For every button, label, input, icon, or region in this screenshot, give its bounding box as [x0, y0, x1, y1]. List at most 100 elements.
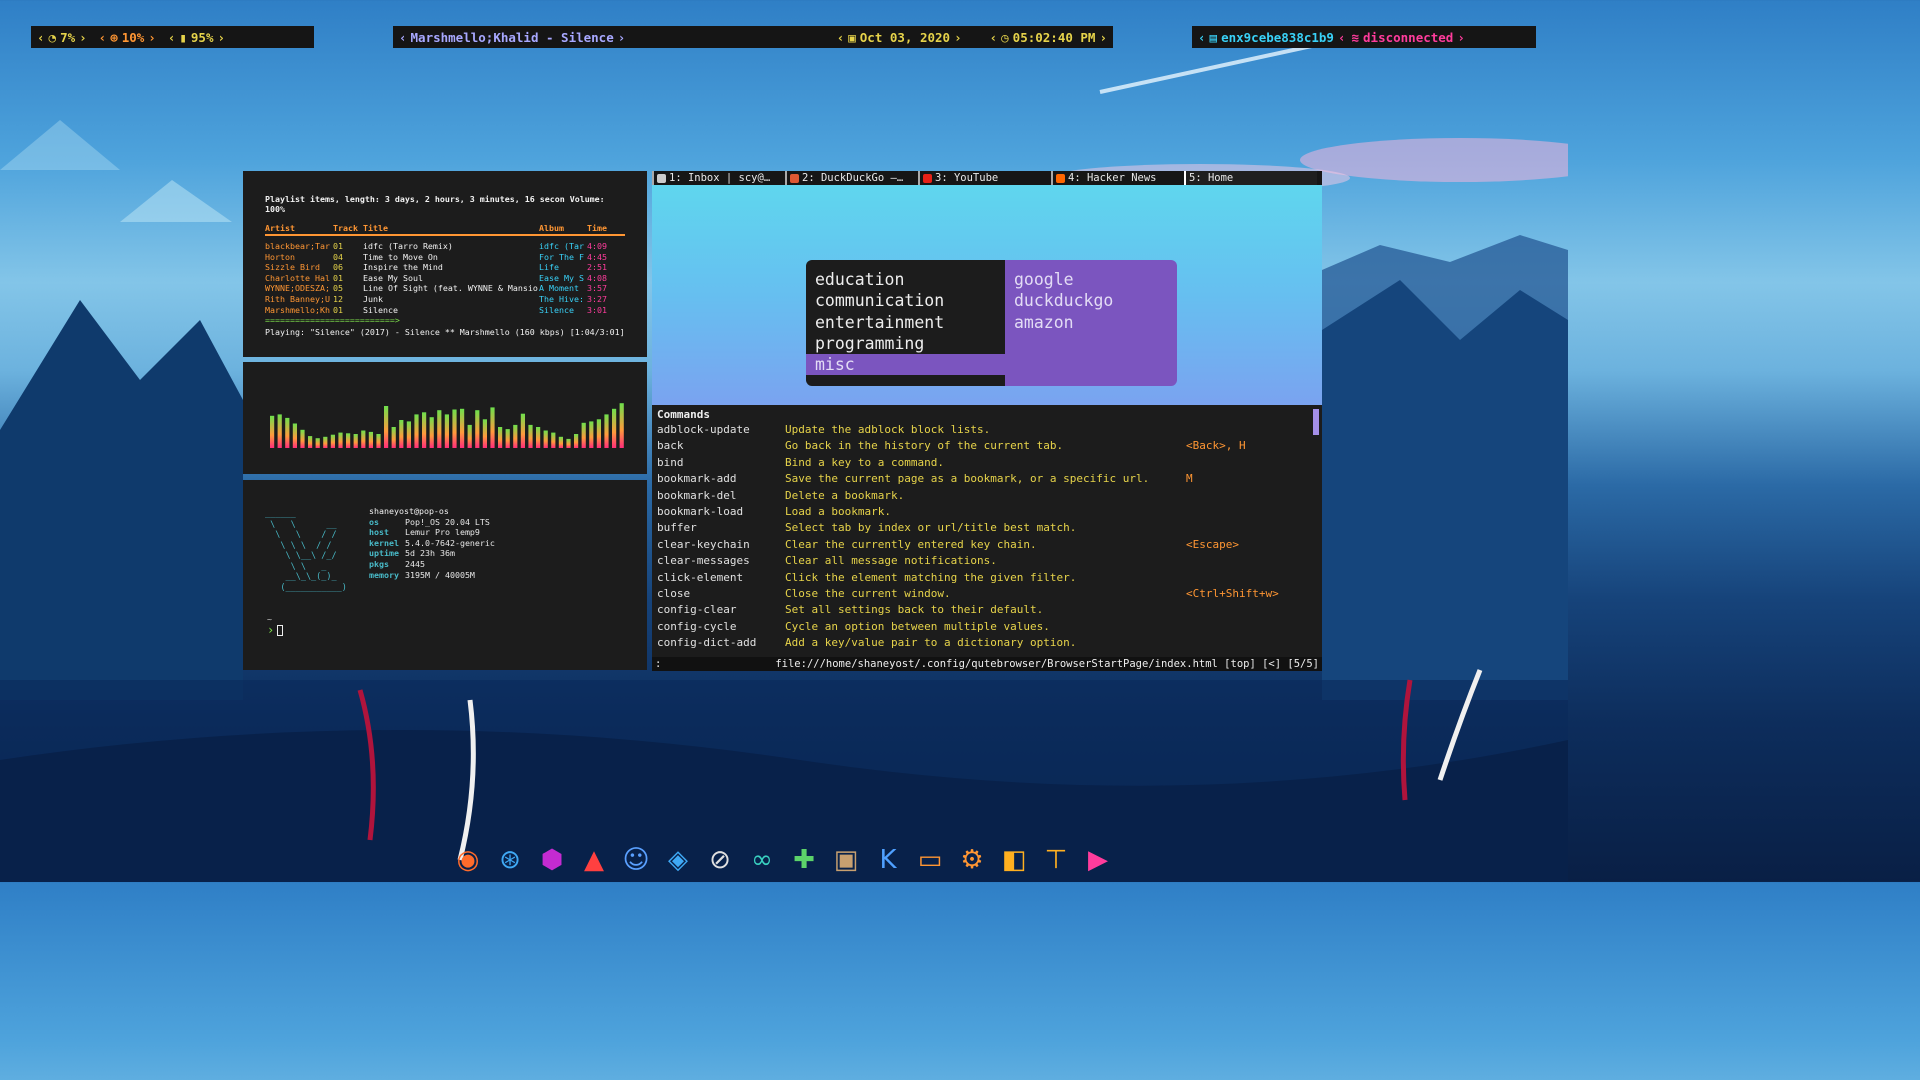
spectrum-bar	[444, 414, 449, 448]
spectrum-bar	[543, 430, 548, 448]
spectrum-bar	[589, 421, 594, 448]
spectrum-bar	[384, 406, 389, 448]
dock-item[interactable]: ▲	[576, 842, 612, 878]
dock-item[interactable]: ◧	[996, 842, 1032, 878]
track-row[interactable]: Sizzle Bird 06 Inspire the Mind Life 2:51	[265, 262, 625, 273]
dock-item[interactable]: ▶	[1080, 842, 1116, 878]
chevron-right-icon: ›	[79, 29, 87, 45]
network-module[interactable]: ‹ ▤ enx9cebe838c1b9 ‹	[1192, 30, 1351, 45]
interface-name: enx9cebe838c1b9	[1221, 29, 1334, 45]
dock-item[interactable]: ⊛	[492, 842, 528, 878]
tab-3[interactable]: 3: YouTube	[918, 171, 1051, 185]
command-row[interactable]: bookmark-add Save the current page as a b…	[652, 471, 1322, 487]
spectrum-bar	[429, 417, 434, 448]
command-row[interactable]: adblock-update Update the adblock block l…	[652, 422, 1322, 438]
wifi-icon: ≋	[1351, 29, 1360, 45]
command-row[interactable]: bookmark-load Load a bookmark.	[652, 504, 1322, 520]
track-row[interactable]: Rith Banney;U 12 Junk The Hive: 3:27	[265, 294, 625, 305]
track-title: Time to Move On	[363, 251, 438, 262]
command-row[interactable]: config-dict-add Add a key/value pair to a…	[652, 635, 1322, 651]
link-duckduckgo[interactable]: duckduckgo	[1014, 290, 1177, 311]
dock-item[interactable]: ∞	[744, 842, 780, 878]
info-value: 2445	[405, 558, 425, 569]
info-value: Pop!_OS 20.04 LTS	[405, 516, 490, 527]
dock-item[interactable]: ⊘	[702, 842, 738, 878]
command-row[interactable]: bookmark-del Delete a bookmark.	[652, 488, 1322, 504]
wifi-module[interactable]: ≋ disconnected ›	[1351, 30, 1470, 45]
cursor	[277, 624, 284, 636]
scrollbar[interactable]	[1313, 409, 1319, 435]
command-name: clear-messages	[657, 554, 750, 568]
link-google[interactable]: google	[1014, 269, 1177, 290]
category-misc[interactable]: misc	[806, 354, 1005, 376]
category-entertainment[interactable]: entertainment	[806, 312, 1005, 333]
command-row[interactable]: close Close the current window. <Ctrl+Shif…	[652, 586, 1322, 602]
pop-os-logo-ascii: ______ \ \ __ \ \ / / \ \ \ / / \ \__\ /…	[265, 509, 347, 593]
track-number: 05	[333, 283, 343, 294]
category-programming[interactable]: programming	[806, 333, 1005, 354]
command-prompt[interactable]: :	[655, 657, 661, 671]
dock-item[interactable]: ⊤	[1038, 842, 1074, 878]
command-description: Close the current window.	[785, 586, 951, 600]
track-row[interactable]: Marshmello;Kh 01 Silence Silence 3:01	[265, 305, 625, 316]
chevron-right-icon: ›	[148, 29, 156, 45]
tab-1[interactable]: 1: Inbox | scy@…	[652, 171, 785, 185]
status-bar-right: ‹ ▤ enx9cebe838c1b9 ‹ ≋ disconnected ›	[1192, 26, 1536, 48]
track-row[interactable]: WYNNE;ODESZA; 05 Line Of Sight (feat. WYNN…	[265, 283, 625, 294]
dock-item[interactable]: ▭	[912, 842, 948, 878]
dock-item[interactable]: K	[870, 842, 906, 878]
dock-item[interactable]: ✚	[786, 842, 822, 878]
track-row[interactable]: Charlotte Hal 01 Ease My Soul Ease My S 4:08	[265, 273, 625, 284]
tab-5[interactable]: 5: Home	[1184, 171, 1317, 185]
category-communication[interactable]: communication	[806, 290, 1005, 311]
dock-item[interactable]: ⬢	[534, 842, 570, 878]
track-time: 4:09	[587, 241, 607, 251]
cmus-window[interactable]: Playlist items, length: 3 days, 2 hours,…	[243, 171, 647, 357]
command-name: back	[657, 439, 684, 453]
shell-prompt[interactable]: ›	[267, 623, 284, 637]
now-playing-module[interactable]: ‹ Marshmello;Khalid - Silence ›	[393, 30, 631, 45]
dock-item[interactable]: ◈	[660, 842, 696, 878]
command-name: config-dict-add	[657, 636, 757, 650]
track-row[interactable]: Horton 04 Time to Move On For The F 4:45	[265, 252, 625, 263]
dock-item[interactable]: ◉	[450, 842, 486, 878]
command-row[interactable]: buffer Select tab by index or url/title b…	[652, 520, 1322, 536]
command-row[interactable]: clear-messages Clear all message notifica…	[652, 553, 1322, 569]
dock-item[interactable]: ⚙	[954, 842, 990, 878]
qutebrowser-window[interactable]: 1: Inbox | scy@… 2: DuckDuckGo —… 3: YouTu…	[652, 171, 1322, 671]
command-description: Cycle an option between multiple values.	[785, 619, 1050, 633]
chevron-right-icon: ›	[954, 29, 962, 45]
tab-2[interactable]: 2: DuckDuckGo —…	[785, 171, 918, 185]
spectrum-bar	[520, 413, 525, 448]
neofetch-terminal-window[interactable]: ______ \ \ __ \ \ / / \ \ \ / / \ \__\ /…	[243, 480, 647, 670]
track-row[interactable]: blackbear;Tar 01 idfc (Tarro Remix) idfc (T…	[265, 241, 625, 252]
info-row: pkgs 2445	[369, 559, 495, 570]
status-bar-center: ‹ Marshmello;Khalid - Silence › ‹ ▣ Oct …	[393, 26, 1113, 48]
chevron-left-icon: ‹	[37, 29, 45, 45]
spectrum-bar	[308, 436, 313, 448]
category-education[interactable]: education	[806, 269, 1005, 290]
dock-item[interactable]: ☺	[618, 842, 654, 878]
command-row[interactable]: click-element Click the element matching …	[652, 570, 1322, 586]
spectrum-bar	[490, 407, 495, 448]
dock-item[interactable]: ▣	[828, 842, 864, 878]
command-description: Add a key/value pair to a dictionary opt…	[785, 636, 1077, 650]
command-row[interactable]: back Go back in the history of the curren…	[652, 438, 1322, 454]
tab-4[interactable]: 4: Hacker News	[1051, 171, 1184, 185]
commands-heading: Commands	[657, 408, 710, 421]
command-row[interactable]: clear-keychain Clear the currently entere…	[652, 537, 1322, 553]
track-album: For The F	[539, 251, 584, 262]
chevron-left-icon: ‹	[989, 29, 998, 45]
command-keybinding: M	[1186, 472, 1193, 486]
command-row[interactable]: config-clear Set all settings back to the…	[652, 602, 1322, 618]
track-number: 01	[333, 272, 343, 283]
spectrum-bar	[338, 432, 343, 448]
command-name: clear-keychain	[657, 537, 750, 551]
command-row[interactable]: bind Bind a key to a command.	[652, 455, 1322, 471]
command-row[interactable]: config-cycle Cycle an option between mult…	[652, 619, 1322, 635]
settings-gear-icon: ⚙	[960, 845, 984, 875]
spectrum-bar	[619, 403, 624, 448]
track-time: 2:51	[587, 262, 607, 273]
command-name: bind	[657, 455, 684, 469]
link-amazon[interactable]: amazon	[1014, 312, 1177, 333]
